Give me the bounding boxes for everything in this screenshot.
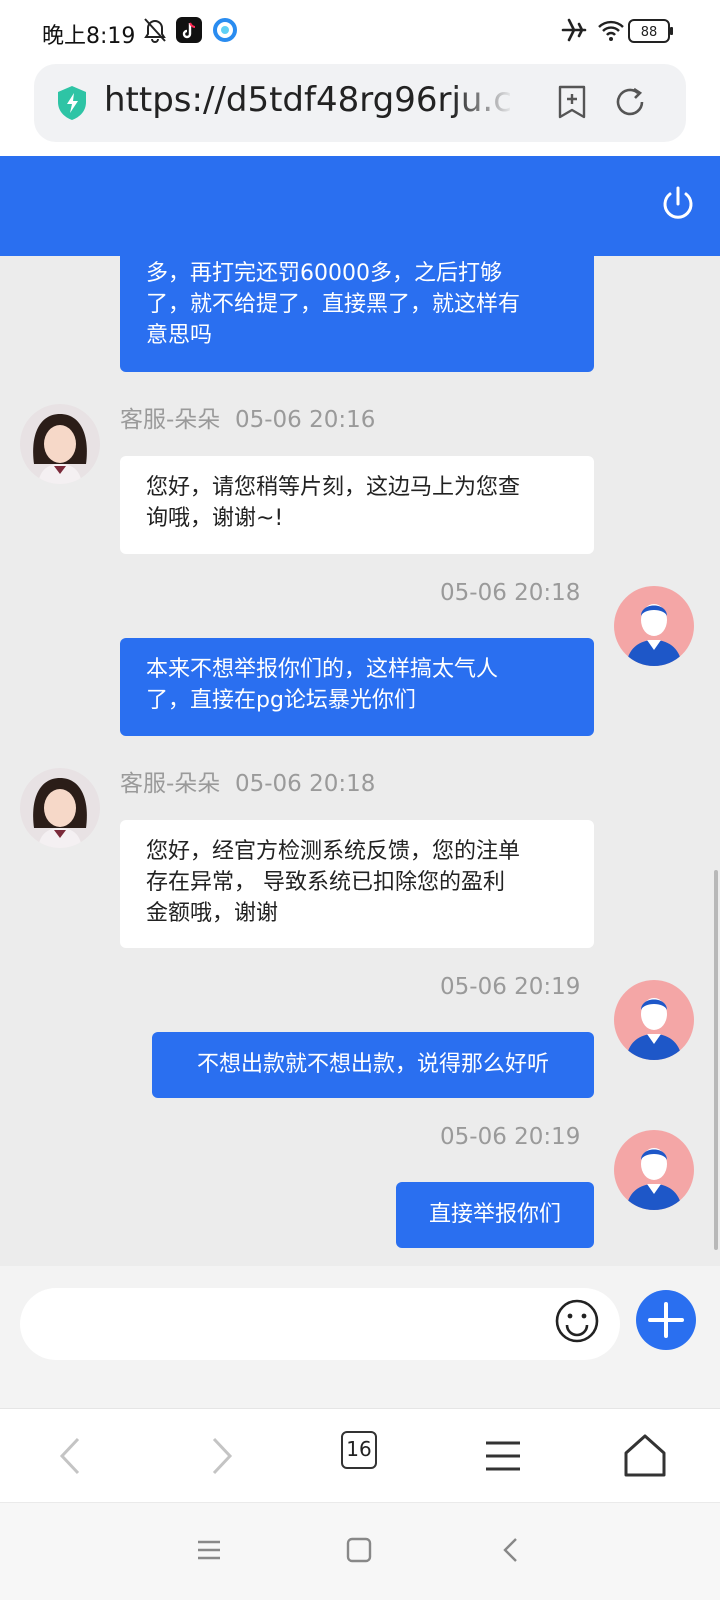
- message-line: 直接举报你们: [428, 1202, 561, 1227]
- power-icon[interactable]: [658, 184, 698, 228]
- menu-icon[interactable]: [478, 1431, 528, 1481]
- message-line: 意思吗: [146, 323, 213, 348]
- message-composer: [0, 1266, 720, 1408]
- bookmark-add-icon[interactable]: [556, 84, 588, 124]
- message-bubble-outgoing: 本来不想举报你们的，这样搞太气人 了，直接在pg论坛暴光你们: [120, 638, 594, 736]
- tabs-button[interactable]: 16: [341, 1431, 377, 1469]
- message-bubble-outgoing: 不想出款就不想出款，说得那么好听: [152, 1032, 594, 1098]
- browser-toolbar: 16: [0, 1408, 720, 1502]
- browser-url-area: https://d5tdf48rg96rju.com: [0, 56, 720, 156]
- status-time: 晚上8:19: [42, 24, 136, 49]
- battery-level: 88: [641, 25, 658, 40]
- airplane-icon: [560, 16, 588, 48]
- message-line: 存在异常， 导致系统已扣除您的盈利: [146, 870, 505, 895]
- url-text[interactable]: https://d5tdf48rg96rju.com: [104, 80, 514, 120]
- message-line: 您好，经官方检测系统反馈，您的注单: [146, 839, 521, 864]
- status-bar: 晚上8:19 88: [0, 0, 720, 64]
- back-nav-icon[interactable]: [498, 1537, 524, 1567]
- user-avatar[interactable]: [614, 1130, 694, 1210]
- chat-messages[interactable]: 多，再打完还罚60000多，之后打够 了，就不给提了，直接黑了，就这样有 意思吗…: [0, 256, 720, 1266]
- user-avatar[interactable]: [614, 980, 694, 1060]
- wifi-icon: [596, 16, 626, 48]
- message-line: 多，再打完还罚60000多，之后打够: [146, 261, 502, 286]
- message-line: 本来不想举报你们的，这样搞太气人: [146, 657, 499, 682]
- message-time: 05-06 20:19: [440, 974, 581, 1000]
- agent-avatar[interactable]: [20, 768, 100, 848]
- bell-off-icon: [142, 16, 168, 48]
- message-line: 询哦，谢谢~!: [146, 506, 284, 531]
- smile-icon[interactable]: [554, 1298, 600, 1348]
- chat-scrollbar[interactable]: [714, 870, 718, 1250]
- message-bubble-incoming: 您好，经官方检测系统反馈，您的注单 存在异常， 导致系统已扣除您的盈利 金额哦，…: [120, 820, 594, 948]
- plus-button[interactable]: [636, 1290, 696, 1350]
- app-icon: [212, 16, 238, 48]
- plus-icon: [648, 1302, 684, 1338]
- message-line: 您好，请您稍等片刻，这边马上为您查: [146, 475, 521, 500]
- shield-icon: [56, 84, 88, 126]
- message-bubble-incoming: 您好，请您稍等片刻，这边马上为您查 询哦，谢谢~!: [120, 456, 594, 554]
- refresh-icon[interactable]: [612, 84, 648, 124]
- message-time: 05-06 20:19: [440, 1124, 581, 1150]
- recents-icon[interactable]: [196, 1537, 222, 1567]
- message-time: 05-06 20:18: [440, 580, 581, 606]
- message-input[interactable]: [20, 1288, 620, 1360]
- tiktok-icon: [176, 16, 202, 48]
- message-time: 05-06 20:18: [234, 771, 376, 797]
- chat-header: [0, 156, 720, 256]
- home-icon[interactable]: [620, 1431, 670, 1481]
- system-navigation-bar: [0, 1502, 720, 1600]
- message-bubble-outgoing: 直接举报你们: [396, 1182, 594, 1248]
- message-meta: 客服-朵朵 05-06 20:16: [120, 400, 375, 434]
- home-nav-icon[interactable]: [346, 1537, 372, 1567]
- battery-icon: 88: [628, 18, 674, 48]
- forward-icon[interactable]: [194, 1431, 244, 1481]
- message-line: 不想出款就不想出款，说得那么好听: [196, 1052, 549, 1077]
- message-bubble-outgoing: 多，再打完还罚60000多，之后打够 了，就不给提了，直接黑了，就这样有 意思吗: [120, 256, 594, 372]
- user-avatar[interactable]: [614, 586, 694, 666]
- message-line: 金额哦，谢谢: [146, 901, 279, 926]
- message-time: 05-06 20:16: [234, 407, 376, 433]
- agent-avatar[interactable]: [20, 404, 100, 484]
- sender-name: 客服-朵朵: [120, 407, 221, 433]
- message-line: 了，直接在pg论坛暴光你们: [146, 688, 416, 713]
- url-bar[interactable]: https://d5tdf48rg96rju.com: [34, 64, 686, 142]
- message-meta: 客服-朵朵 05-06 20:18: [120, 764, 375, 798]
- back-icon[interactable]: [48, 1431, 98, 1481]
- sender-name: 客服-朵朵: [120, 771, 221, 797]
- message-line: 了，就不给提了，直接黑了，就这样有: [146, 292, 521, 317]
